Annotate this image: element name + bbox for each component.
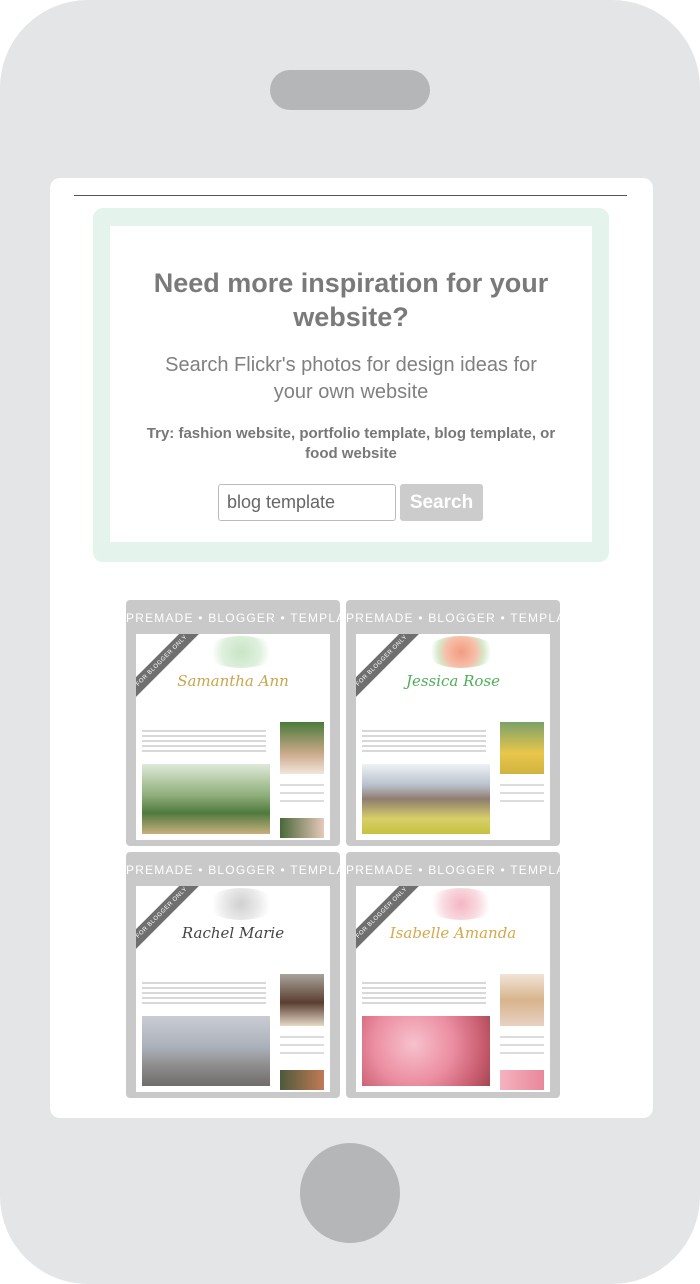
floral-illustration (426, 888, 496, 920)
template-preview: FOR BLOGGER ONLY Isabelle Amanda (356, 886, 550, 1092)
sidebar-text (500, 784, 544, 808)
phone-screen: Need more inspiration for your website? … (50, 178, 653, 1118)
ribbon: FOR BLOGGER ONLY (356, 634, 423, 702)
sidebar-photo (500, 1070, 544, 1090)
template-preview: FOR BLOGGER ONLY Jessica Rose (356, 634, 550, 840)
post-photo (362, 764, 490, 834)
search-form: Search (218, 484, 483, 521)
template-card[interactable]: PREMADE • BLOGGER • TEMPLATE FOR BLOGGER… (126, 600, 340, 846)
ribbon: FOR BLOGGER ONLY (136, 634, 203, 702)
inspiration-subtitle: Search Flickr's photos for design ideas … (165, 354, 537, 403)
ribbon: FOR BLOGGER ONLY (356, 886, 423, 954)
search-button[interactable]: Search (400, 484, 483, 521)
post-text (142, 982, 266, 1007)
card-header: PREMADE • BLOGGER • TEMPLATE (126, 611, 340, 625)
template-name: Jessica Rose (405, 672, 501, 690)
floral-illustration (206, 888, 276, 920)
floral-illustration (426, 636, 496, 668)
sidebar-photo (280, 818, 324, 838)
post-photo (142, 1016, 270, 1086)
post-text (362, 730, 486, 755)
divider (74, 195, 627, 196)
card-header: PREMADE • BLOGGER • TEMPLATE (346, 863, 560, 877)
post-text (142, 730, 266, 755)
sidebar-text (280, 1036, 324, 1060)
card-header: PREMADE • BLOGGER • TEMPLATE (126, 863, 340, 877)
template-card[interactable]: PREMADE • BLOGGER • TEMPLATE FOR BLOGGER… (346, 852, 560, 1098)
template-name: Isabelle Amanda (389, 924, 517, 942)
sidebar-text (280, 784, 324, 808)
template-card[interactable]: PREMADE • BLOGGER • TEMPLATE FOR BLOGGER… (346, 600, 560, 846)
template-name: Rachel Marie (181, 924, 285, 942)
sidebar-photo (280, 974, 324, 1026)
sidebar-photo (280, 722, 324, 774)
sidebar-text (500, 1036, 544, 1060)
inspiration-panel: Need more inspiration for your website? … (93, 208, 609, 562)
sidebar-photo (500, 974, 544, 1026)
post-photo (142, 764, 270, 834)
post-text (362, 982, 486, 1007)
template-card[interactable]: PREMADE • BLOGGER • TEMPLATE FOR BLOGGER… (126, 852, 340, 1098)
sidebar-photo (280, 1070, 324, 1090)
inspiration-content: Need more inspiration for your website? … (110, 226, 592, 542)
card-header: PREMADE • BLOGGER • TEMPLATE (346, 611, 560, 625)
template-preview: FOR BLOGGER ONLY Samantha Ann (136, 634, 330, 840)
post-photo (362, 1016, 490, 1086)
template-name: Samantha Ann (177, 672, 289, 690)
try-suggestions: Try: fashion website, portfolio template… (146, 425, 556, 462)
phone-frame: Need more inspiration for your website? … (0, 0, 700, 1284)
template-preview: FOR BLOGGER ONLY Rachel Marie (136, 886, 330, 1092)
ribbon: FOR BLOGGER ONLY (136, 886, 203, 954)
floral-illustration (206, 636, 276, 668)
inspiration-title: Need more inspiration for your website? (153, 268, 549, 332)
template-grid: PREMADE • BLOGGER • TEMPLATE FOR BLOGGER… (126, 600, 562, 1103)
phone-speaker (270, 70, 430, 110)
search-input[interactable] (218, 484, 396, 521)
home-button[interactable] (300, 1143, 400, 1243)
sidebar-photo (500, 722, 544, 774)
